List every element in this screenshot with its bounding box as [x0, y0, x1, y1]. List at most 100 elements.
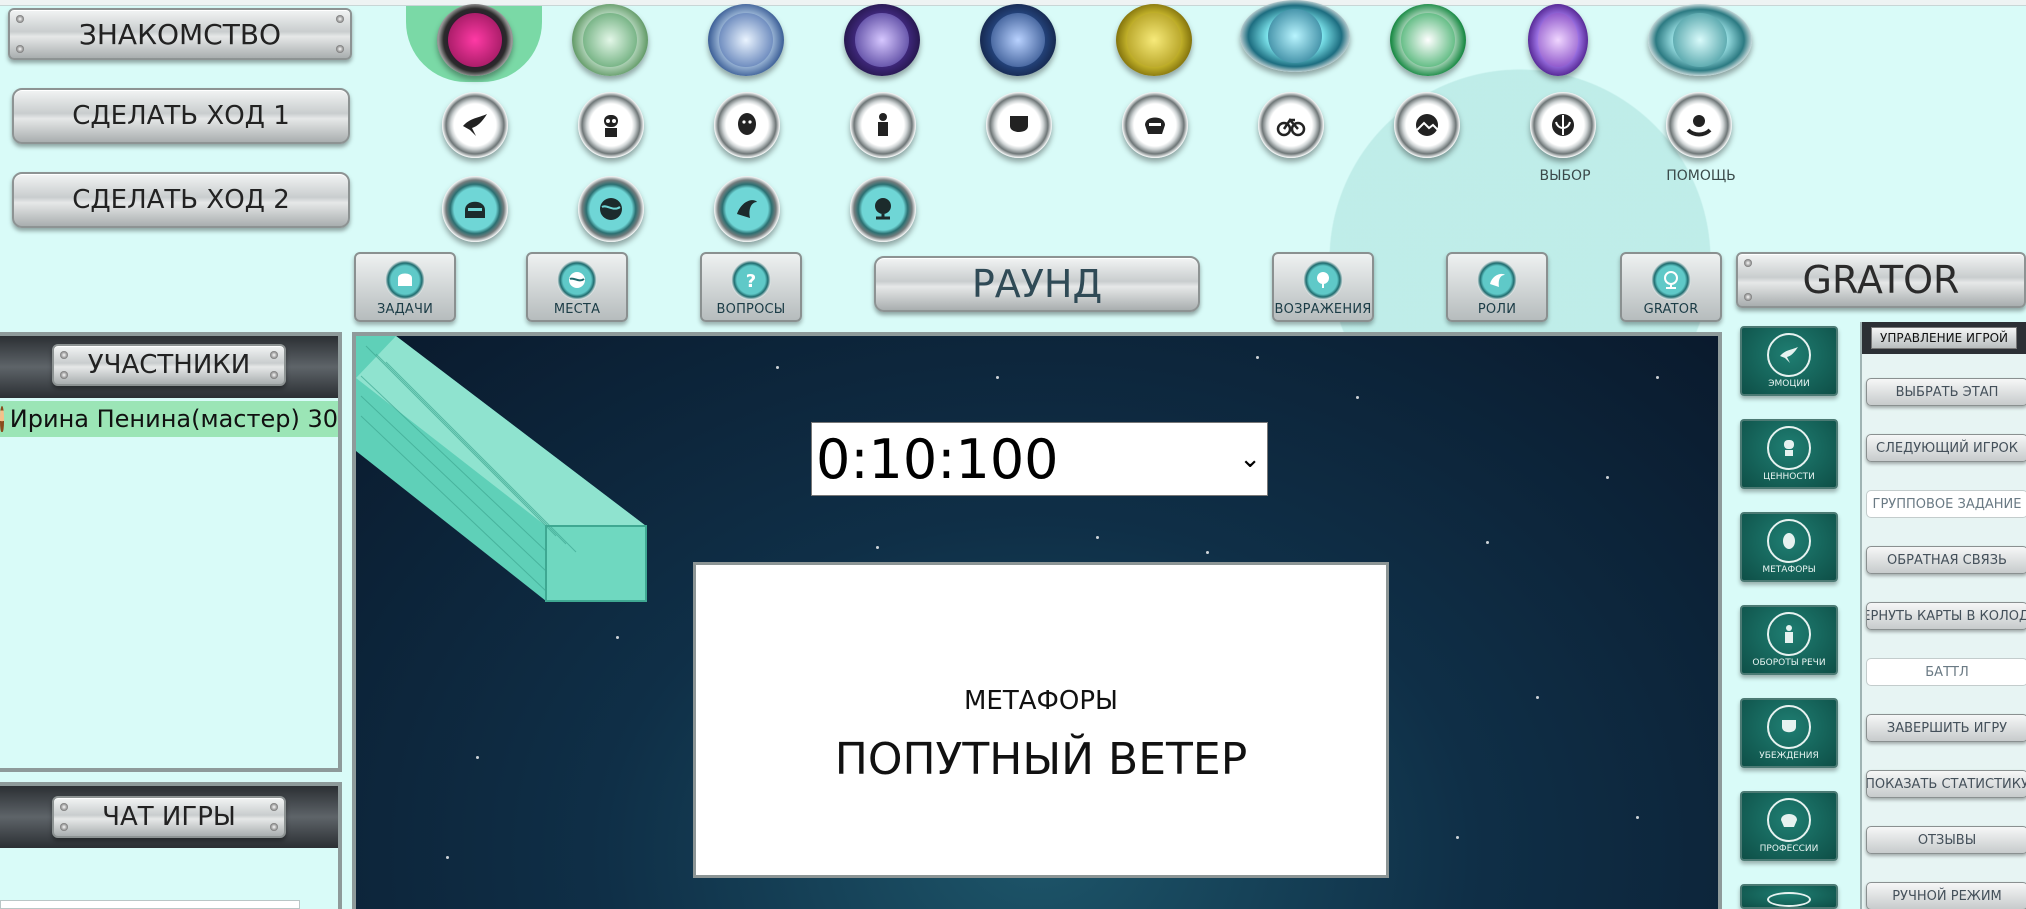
- show-stats-label: ПОКАЗАТЬ СТАТИСТИКУ: [1866, 776, 2026, 792]
- face-icon: [1767, 519, 1811, 563]
- helmet-icon[interactable]: [1122, 92, 1188, 158]
- battle-label: БАТТЛ: [1925, 664, 1969, 680]
- player-name: Ирина Пенина(мастер) 30: [9, 405, 338, 433]
- tab-objections[interactable]: ВОЗРАЖЕНИЯ: [1272, 252, 1374, 322]
- tab-tasks[interactable]: ЗАДАЧИ: [354, 252, 456, 322]
- participants-title: УЧАСТНИКИ: [52, 344, 286, 386]
- objections-icon: [1303, 260, 1343, 300]
- manual-mode-label: РУЧНОЙ РЕЖИМ: [1892, 888, 2002, 904]
- gem-arch-icon[interactable]: [1648, 4, 1752, 76]
- game-board: 0:10:100 ⌄ МЕТАФОРЫ ПОПУТНЫЙ ВЕТЕР: [352, 332, 1722, 909]
- deck-next[interactable]: [1740, 884, 1838, 909]
- deck-professions[interactable]: ПРОФЕССИИ: [1740, 791, 1838, 861]
- robot-icon: [1767, 426, 1811, 470]
- participants-panel: [0, 332, 342, 772]
- next-player-button[interactable]: СЛЕДУЮЩИЙ ИГРОК: [1866, 434, 2026, 462]
- deck-metaphors-label: МЕТАФОРЫ: [1762, 565, 1816, 575]
- chat-input[interactable]: [0, 900, 300, 909]
- return-cards-label: ВЕРНУТЬ КАРТЫ В КОЛОДЫ: [1867, 608, 2026, 624]
- gem-blue-icon[interactable]: [708, 4, 784, 76]
- jedi-icon[interactable]: [1530, 92, 1596, 158]
- round-label: РАУНД: [971, 262, 1103, 306]
- tasks-icon: [385, 260, 425, 300]
- manual-mode-button[interactable]: РУЧНОЙ РЕЖИМ: [1866, 882, 2026, 909]
- deck-beliefs-label: УБЕЖДЕНИЯ: [1759, 751, 1819, 761]
- tab-questions-label: ВОПРОСЫ: [716, 302, 786, 317]
- globe-stand-icon[interactable]: [850, 176, 916, 242]
- brand-label: GRATOR: [1802, 258, 1960, 302]
- make-move-1-button[interactable]: СДЕЛАТЬ ХОД 1: [12, 88, 350, 144]
- bicycle-icon[interactable]: [1258, 92, 1324, 158]
- questions-icon: ?: [731, 260, 771, 300]
- feedback-label: ОБРАТНАЯ СВЯЗЬ: [1887, 552, 2007, 568]
- group-task-button[interactable]: ГРУППОВОЕ ЗАДАНИЕ: [1866, 490, 2026, 518]
- tab-places[interactable]: МЕСТА: [526, 252, 628, 322]
- chevron-down-icon: ⌄: [1239, 444, 1261, 474]
- current-card[interactable]: МЕТАФОРЫ ПОПУТНЫЙ ВЕТЕР: [693, 562, 1389, 878]
- reviews-button[interactable]: ОТЗЫВЫ: [1866, 826, 2026, 854]
- mask-icon: [1767, 705, 1811, 749]
- reviews-label: ОТЗЫВЫ: [1917, 832, 1977, 848]
- tab-tasks-label: ЗАДАЧИ: [376, 302, 434, 317]
- gem-globe-icon[interactable]: [1240, 0, 1350, 72]
- feedback-button[interactable]: ОБРАТНАЯ СВЯЗЬ: [1866, 546, 2026, 574]
- deck-values[interactable]: ЦЕННОСТИ: [1740, 419, 1838, 489]
- finish-game-label: ЗАВЕРШИТЬ ИГРУ: [1886, 720, 2008, 736]
- statue-icon[interactable]: [850, 92, 916, 158]
- tab-objections-label: ВОЗРАЖЕНИЯ: [1274, 302, 1372, 317]
- player-row[interactable]: Ирина Пенина(мастер) 30: [0, 401, 338, 437]
- tab-questions[interactable]: ? ВОПРОСЫ: [700, 252, 802, 322]
- gem-violet-icon[interactable]: [844, 4, 920, 76]
- places-icon: [557, 260, 597, 300]
- participants-title-label: УЧАСТНИКИ: [87, 350, 251, 380]
- deck-values-label: ЦЕННОСТИ: [1763, 472, 1815, 482]
- globe-icon[interactable]: [578, 176, 644, 242]
- acquaintance-button[interactable]: ЗНАКОМСТВО: [8, 8, 352, 60]
- battle-button[interactable]: БАТТЛ: [1866, 658, 2026, 686]
- acquaintance-label: ЗНАКОМСТВО: [78, 17, 282, 51]
- grator-icon: [1651, 260, 1691, 300]
- return-cards-button[interactable]: ВЕРНУТЬ КАРТЫ В КОЛОДЫ: [1866, 602, 2026, 630]
- dove-icon: [1767, 333, 1811, 377]
- gem-emerald-icon[interactable]: [1390, 4, 1466, 76]
- gem-pink-icon[interactable]: [437, 4, 513, 76]
- deck-phrases[interactable]: ОБОРОТЫ РЕЧИ: [1740, 605, 1838, 675]
- helmet-icon: [1767, 798, 1811, 842]
- timer-value: 0:10:100: [816, 427, 1059, 491]
- gem-purple-icon[interactable]: [1528, 4, 1588, 76]
- finish-game-button[interactable]: ЗАВЕРШИТЬ ИГРУ: [1866, 714, 2026, 742]
- chat-title: ЧАТ ИГРЫ: [52, 796, 286, 838]
- show-stats-button[interactable]: ПОКАЗАТЬ СТАТИСТИКУ: [1866, 770, 2026, 798]
- deck-phrases-label: ОБОРОТЫ РЕЧИ: [1752, 658, 1826, 668]
- tab-grator[interactable]: GRATOR: [1620, 252, 1722, 322]
- face-icon[interactable]: [714, 92, 780, 158]
- visor-helmet-icon[interactable]: [442, 176, 508, 242]
- deck-metaphors[interactable]: МЕТАФОРЫ: [1740, 512, 1838, 582]
- gem-green-icon[interactable]: [572, 4, 648, 76]
- make-move-1-label: СДЕЛАТЬ ХОД 1: [72, 101, 290, 131]
- timer-select[interactable]: 0:10:100 ⌄: [811, 422, 1268, 496]
- dove-icon[interactable]: [442, 92, 508, 158]
- hand-icon[interactable]: [1666, 92, 1732, 158]
- brand-plate: GRATOR: [1736, 252, 2026, 308]
- gem-gold-icon[interactable]: [1116, 4, 1192, 76]
- mask-icon[interactable]: [986, 92, 1052, 158]
- chat-title-label: ЧАТ ИГРЫ: [102, 802, 236, 832]
- card-deck[interactable]: [356, 336, 656, 606]
- select-stage-button[interactable]: ВЫБРАТЬ ЭТАП: [1866, 378, 2026, 406]
- card-category: МЕТАФОРЫ: [964, 685, 1118, 716]
- svg-text:?: ?: [746, 271, 756, 291]
- make-move-2-label: СДЕЛАТЬ ХОД 2: [72, 185, 290, 215]
- robot-icon[interactable]: [578, 92, 644, 158]
- deck-emotions-label: ЭМОЦИИ: [1768, 379, 1810, 389]
- landscape-icon[interactable]: [1394, 92, 1460, 158]
- hand-leaf-icon[interactable]: [714, 176, 780, 242]
- gem-navy-icon[interactable]: [980, 4, 1056, 76]
- deck-beliefs[interactable]: УБЕЖДЕНИЯ: [1740, 698, 1838, 768]
- management-title-label: УПРАВЛЕНИЕ ИГРОЙ: [1880, 331, 2008, 345]
- group-task-label: ГРУППОВОЕ ЗАДАНИЕ: [1872, 496, 2022, 512]
- round-button[interactable]: РАУНД: [874, 256, 1200, 312]
- tab-roles[interactable]: РОЛИ: [1446, 252, 1548, 322]
- make-move-2-button[interactable]: СДЕЛАТЬ ХОД 2: [12, 172, 350, 228]
- deck-emotions[interactable]: ЭМОЦИИ: [1740, 326, 1838, 396]
